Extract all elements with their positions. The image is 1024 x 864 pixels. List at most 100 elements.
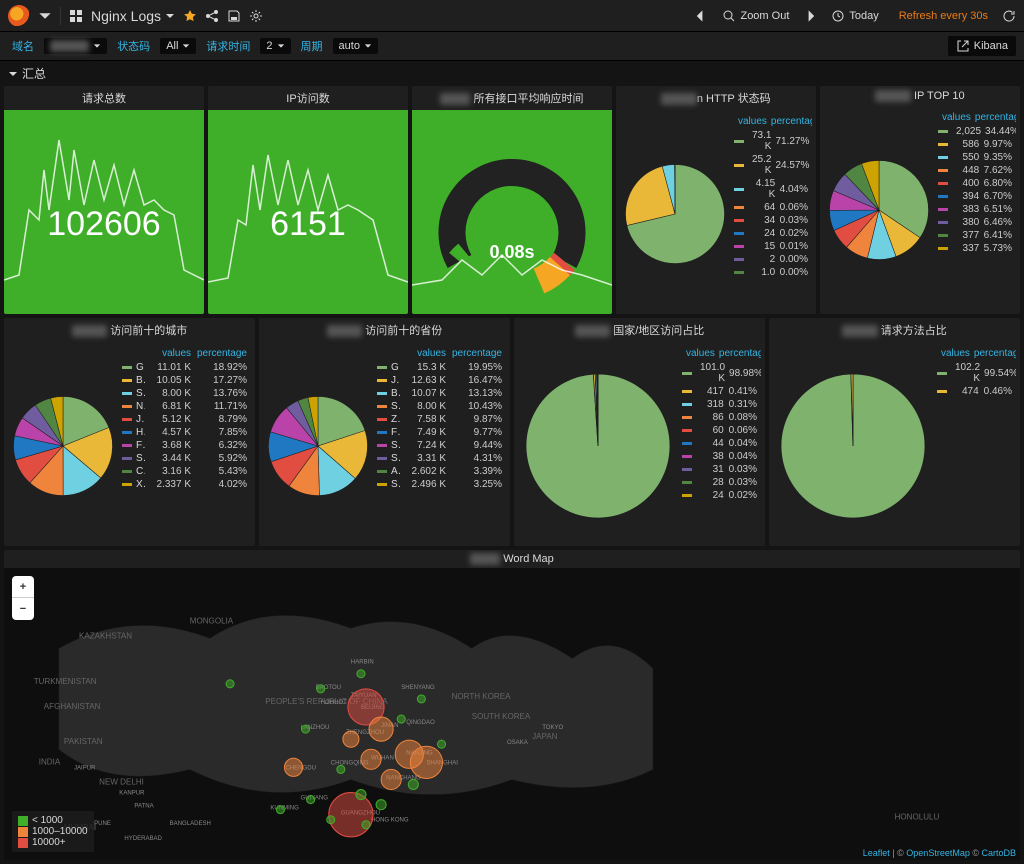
legend-row[interactable]: Taiwan860.08% (678, 411, 761, 424)
legend-row[interactable]: Guangzhou11.01 K18.92% (118, 361, 251, 374)
legend-row[interactable]: Anhui2.602 K3.39% (373, 465, 506, 478)
legend-row[interactable]: 112.111.229.343946.70% (934, 190, 1016, 203)
legend-row[interactable]: Suzhou3.44 K5.92% (118, 452, 251, 465)
chevron-right-icon[interactable] (803, 9, 817, 23)
refresh-interval-button[interactable]: Refresh every 30s (893, 10, 994, 22)
legend-row[interactable]: Russia280.03% (678, 476, 761, 489)
legend-row[interactable]: 121.234.77.832,02534.44% (934, 125, 1016, 138)
legend-row[interactable]: Shanghai8.00 K10.43% (373, 400, 506, 413)
svg-text:SOUTH KOREA: SOUTH KOREA (472, 712, 531, 721)
legend-row[interactable]: 171.15.60.364006.80% (934, 177, 1016, 190)
var-value-reqtime[interactable]: 2 (260, 38, 290, 54)
legend-row[interactable]: Xi'an2.337 K4.02% (118, 478, 251, 491)
var-label-domain: 域名 (8, 38, 38, 54)
legend-row[interactable]: 30425.2 K24.57% (730, 153, 812, 177)
legend-row[interactable]: Jiangsu12.63 K16.47% (373, 374, 506, 387)
legend-row[interactable]: 499150.01% (730, 240, 812, 253)
legend-row[interactable]: Nanjing6.81 K11.71% (118, 400, 251, 413)
legend-row[interactable]: 61.140.123.1703836.51% (934, 203, 1016, 216)
chevron-left-icon[interactable] (694, 9, 708, 23)
legend-row[interactable]: Jinan5.12 K8.79% (118, 413, 251, 426)
osm-link[interactable]: OpenStreetMap (906, 848, 970, 858)
legend-row[interactable]: United Kingdom310.03% (678, 463, 761, 476)
legend-row[interactable]: Hangzhou4.57 K7.85% (118, 426, 251, 439)
svg-text:HYDERABAD: HYDERABAD (124, 836, 162, 842)
legend-row[interactable]: Macao3180.31% (678, 398, 761, 411)
share-icon[interactable] (205, 9, 219, 23)
legend-row[interactable]: Fuzhou3.68 K6.32% (118, 439, 251, 452)
svg-text:BANGLADESH: BANGLADESH (170, 821, 211, 827)
legend-row[interactable]: 42.235.128.2074487.62% (934, 164, 1016, 177)
chevron-down-icon[interactable] (38, 9, 52, 23)
legend: valuespercentageGuangzhou11.01 K18.92%Be… (118, 346, 251, 546)
legend-row[interactable]: United States600.06% (678, 424, 761, 437)
panel-world-map[interactable]: xxxx Word Map + − KAZAKHSTAN MONGOLIA TU… (4, 550, 1020, 860)
variable-bar: 域名 ████ 状态码 All 请求时间 2 周期 auto Kibana (0, 32, 1024, 61)
var-value-period[interactable]: auto (333, 38, 378, 54)
carto-link[interactable]: CartoDB (981, 848, 1016, 858)
legend-row[interactable]: Sichuan3.31 K4.31% (373, 452, 506, 465)
svg-text:HONOLULU: HONOLULU (895, 813, 940, 822)
panel-method[interactable]: xxxxx 请求方法占比 valuespercentageGET102.2 K9… (769, 318, 1020, 546)
panel-country[interactable]: xxxxx 国家/地区访问占比 valuespercentageChina101… (514, 318, 765, 546)
grafana-logo-icon[interactable] (8, 5, 30, 27)
legend-row[interactable]: 500240.02% (730, 227, 812, 240)
panel-total-requests[interactable]: 请求总数 102606 (4, 86, 204, 314)
legend-row[interactable]: Beijing10.05 K17.27% (118, 374, 251, 387)
leaflet-link[interactable]: Leaflet (863, 848, 890, 858)
legend-row[interactable]: Japan440.04% (678, 437, 761, 450)
legend-row[interactable]: 302340.03% (730, 214, 812, 227)
legend-row[interactable]: 120.83.139.1473375.73% (934, 242, 1016, 255)
panel-avg-response[interactable]: xxxx 所有接口平均响应时间 0.08s (412, 86, 612, 314)
legend-row[interactable]: 36.7.135.1605869.97% (934, 138, 1016, 151)
dashboards-icon[interactable] (69, 9, 83, 23)
panel-http-status[interactable]: xxxxxn HTTP 状态码 valuespercentage20073.1 … (616, 86, 816, 314)
legend-row[interactable]: GET102.2 K99.54% (933, 361, 1016, 385)
row-header[interactable]: 汇总 (0, 61, 1024, 86)
legend-row[interactable]: 20073.1 K71.27% (730, 129, 812, 153)
legend-row[interactable]: 40520.00% (730, 253, 812, 266)
svg-text:PAKISTAN: PAKISTAN (64, 737, 103, 746)
var-label-period: 周期 (297, 38, 327, 54)
save-icon[interactable] (227, 9, 241, 23)
legend-row[interactable]: China101.0 K98.98% (678, 361, 761, 385)
star-icon[interactable] (183, 9, 197, 23)
legend-row[interactable]: Australia240.02% (678, 489, 761, 502)
refresh-icon[interactable] (1002, 9, 1016, 23)
panel-ip-count[interactable]: IP访问数 6151 (208, 86, 408, 314)
kibana-link[interactable]: Kibana (948, 36, 1016, 56)
legend-row[interactable]: Shanghai8.00 K13.76% (118, 387, 251, 400)
svg-text:NORTH KOREA: NORTH KOREA (452, 692, 512, 701)
zoom-out-button[interactable]: − (12, 598, 34, 620)
legend-row[interactable]: Zhejiang7.58 K9.87% (373, 413, 506, 426)
dashboard-title[interactable]: Nginx Logs (91, 8, 175, 24)
legend-row[interactable]: 4291.00.00% (730, 266, 812, 279)
legend-row[interactable]: Chengdu3.16 K5.43% (118, 465, 251, 478)
svg-text:JAIPUR: JAIPUR (74, 765, 96, 771)
legend-row[interactable]: Hong Kong4170.41% (678, 385, 761, 398)
panel-province-top10[interactable]: xxxxx 访问前十的省份 valuespercentageGuangdong1… (259, 318, 510, 546)
time-range-button[interactable]: Today (825, 9, 884, 23)
legend-row[interactable]: 222.247.167.2483806.46% (934, 216, 1016, 229)
legend-row[interactable]: Fujian7.49 K9.77% (373, 426, 506, 439)
legend-row[interactable]: 119.145.164.905509.35% (934, 151, 1016, 164)
legend-row[interactable]: Guangdong15.3 K19.95% (373, 361, 506, 374)
legend-row[interactable]: Singapore380.04% (678, 450, 761, 463)
panel-ip-top10[interactable]: xxxxx IP TOP 10 valuespercentage121.234.… (820, 86, 1020, 314)
zoom-out-button[interactable]: Zoom Out (716, 9, 795, 23)
legend-row[interactable]: 4044.15 K4.04% (730, 177, 812, 201)
legend-row[interactable]: 403640.06% (730, 201, 812, 214)
legend-row[interactable]: 223.104.3.2313776.41% (934, 229, 1016, 242)
var-label-status: 状态码 (113, 38, 154, 54)
legend-row[interactable]: Shandong7.24 K9.44% (373, 439, 506, 452)
zoom-in-button[interactable]: + (12, 576, 34, 598)
legend-row[interactable]: Shaanxi2.496 K3.25% (373, 478, 506, 491)
var-value-status[interactable]: All (160, 38, 196, 54)
var-value-domain[interactable]: ████ (44, 38, 107, 54)
panel-city-top10[interactable]: xxxxx 访问前十的城市 valuespercentageGuangzhou1… (4, 318, 255, 546)
pie-chart (824, 155, 934, 265)
legend-row[interactable]: POST4740.46% (933, 385, 1016, 398)
gear-icon[interactable] (249, 9, 263, 23)
map-body[interactable]: + − KAZAKHSTAN MONGOLIA TURKMENISTAN AFG… (4, 568, 1020, 860)
legend-row[interactable]: Beijing10.07 K13.13% (373, 387, 506, 400)
